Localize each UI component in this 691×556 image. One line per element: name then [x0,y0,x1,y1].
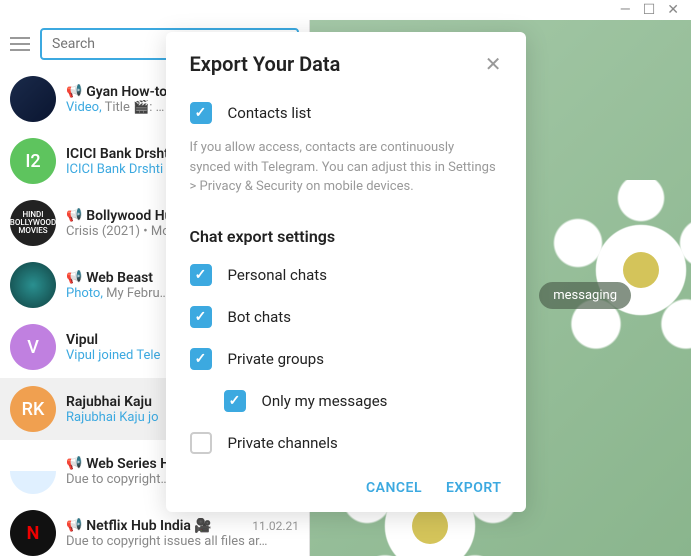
export-data-modal: Export Your Data ✕ Contacts list If you … [166,32,526,512]
flower-decoration [551,180,691,360]
window-maximize[interactable]: ☐ [643,2,656,18]
setting-label: Personal chats [228,266,327,284]
setting-label: Private groups [228,350,324,368]
contacts-checkbox[interactable] [190,102,212,124]
setting-label: Private channels [228,434,338,452]
contacts-description: If you allow access, contacts are contin… [190,134,498,213]
personal-chats-checkbox[interactable] [190,264,212,286]
avatar: N [10,510,56,556]
contacts-label: Contacts list [228,104,312,122]
avatar: HINDI BOLLYWOOD MOVIES [10,200,56,246]
only-my-messages-checkbox[interactable] [224,390,246,412]
status-badge: messaging [539,282,631,309]
menu-icon[interactable] [10,37,30,51]
avatar [10,76,56,122]
private-groups-checkbox[interactable] [190,348,212,370]
channel-icon: 📢 [66,84,82,99]
bot-chats-checkbox[interactable] [190,306,212,328]
channel-icon: 📢 [66,270,82,285]
setting-label: Bot chats [228,308,291,326]
export-button[interactable]: EXPORT [446,480,501,496]
window-minimize[interactable]: — [620,2,631,18]
section-title: Chat export settings [190,213,498,254]
private-channels-checkbox[interactable] [190,432,212,454]
window-titlebar: — ☐ ✕ [0,0,691,20]
window-close[interactable]: ✕ [667,2,679,18]
cancel-button[interactable]: CANCEL [366,480,422,496]
setting-label: Only my messages [262,392,388,410]
avatar [10,448,56,494]
channel-icon: 📢 [66,456,82,471]
avatar: V [10,324,56,370]
avatar: I2 [10,138,56,184]
close-icon[interactable]: ✕ [485,52,502,76]
channel-icon: 📢 [66,208,82,223]
channel-icon: 📢 [66,518,82,533]
avatar [10,262,56,308]
modal-title: Export Your Data [190,52,341,76]
avatar: RK [10,386,56,432]
